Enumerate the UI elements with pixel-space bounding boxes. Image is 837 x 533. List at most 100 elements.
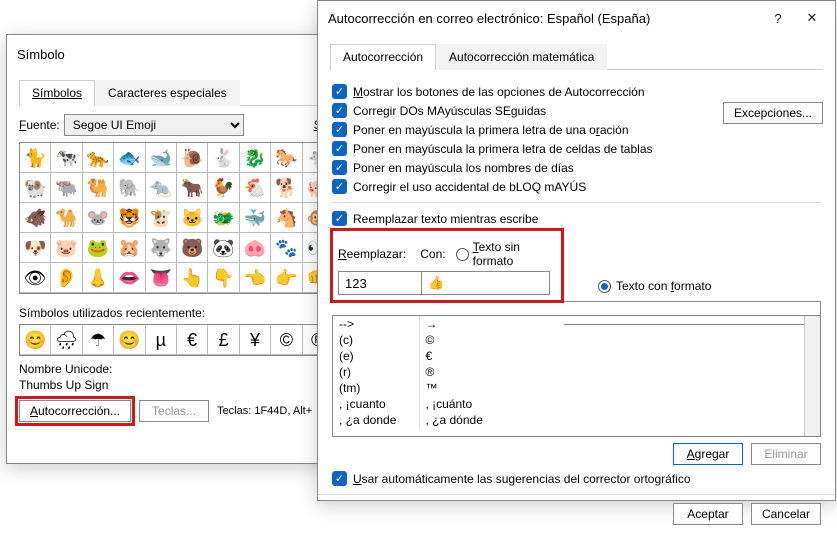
symbol-cell[interactable]: 🐱 <box>177 203 208 233</box>
recent-symbol-cell[interactable]: 😊 <box>20 325 51 355</box>
scrollbar[interactable] <box>804 316 820 436</box>
checkbox-icon[interactable]: ✓ <box>332 211 347 226</box>
symbol-cell[interactable]: 🐕 <box>271 173 302 203</box>
symbol-cell[interactable]: 🐀 <box>146 173 177 203</box>
symbol-cell[interactable]: 🐂 <box>177 173 208 203</box>
tab-caracteres-especiales[interactable]: Caracteres especiales <box>95 80 240 106</box>
replacement-list[interactable]: -->→(c)©(e)€(r)®(tm)™, ¡cuanto, ¡cuánto,… <box>332 315 821 437</box>
symbol-cell[interactable]: 👉 <box>271 263 302 293</box>
excepciones-button[interactable]: Excepciones... <box>723 102 823 124</box>
symbol-cell[interactable]: 👆 <box>177 263 208 293</box>
recent-symbol-cell[interactable]: £ <box>208 325 239 355</box>
font-label: Fuente: <box>19 118 60 132</box>
symbol-cell[interactable]: 🐳 <box>240 203 271 233</box>
symbol-cell[interactable]: 🐈 <box>20 143 51 173</box>
symbol-cell[interactable]: 🐇 <box>208 143 239 173</box>
recent-symbol-cell[interactable]: 😊 <box>114 325 145 355</box>
symbol-cell[interactable]: 🐽 <box>240 233 271 263</box>
symbol-cell[interactable]: 🐾 <box>271 233 302 263</box>
table-row[interactable]: , ¿a donde, ¿a dónde <box>333 412 820 428</box>
help-icon[interactable]: ? <box>763 7 793 29</box>
autocorrect-titlebar: Autocorrección en correo electrónico: Es… <box>318 1 835 33</box>
symbol-cell[interactable]: 🐭 <box>83 203 114 233</box>
symbol-cell[interactable]: 🐼 <box>208 233 239 263</box>
checkbox-icon[interactable]: ✓ <box>332 103 347 118</box>
symbol-cell[interactable]: 🐺 <box>146 233 177 263</box>
table-row[interactable]: (c)© <box>333 332 820 348</box>
check-mostrar-botones: Mostrar los botones de las opciones de A… <box>353 85 645 99</box>
aceptar-button[interactable]: Aceptar <box>673 503 743 525</box>
eliminar-button[interactable]: Eliminar <box>751 443 821 465</box>
symbol-cell[interactable]: 🐄 <box>51 143 82 173</box>
con-input[interactable] <box>422 271 550 295</box>
symbol-cell[interactable]: 🐏 <box>20 173 51 203</box>
symbol-cell[interactable]: 🐆 <box>83 143 114 173</box>
table-row[interactable]: (tm)™ <box>333 380 820 396</box>
teclas-button[interactable]: Teclas... <box>139 400 209 422</box>
recent-label: Símbolos utilizados recientemente: <box>19 306 335 320</box>
close-icon[interactable]: ✕ <box>797 7 827 29</box>
symbol-cell[interactable]: 🐫 <box>83 173 114 203</box>
symbol-grid[interactable]: 🐈🐄🐆🐟🐋🐌🐇🐉🐎🐁🐏🐃🐫🐘🐀🐂🐓🐔🐕🐖🐗🐪🐭🐯🐮🐱🐲🐳🐴🐵🐶🐷🐸🐹🐺🐻🐼🐽🐾👀… <box>19 142 335 294</box>
symbol-cell[interactable]: 🐔 <box>240 173 271 203</box>
symbol-cell[interactable]: 👄 <box>114 263 145 293</box>
symbol-cell[interactable]: 🐗 <box>20 203 51 233</box>
checkbox-icon[interactable]: ✓ <box>332 141 347 156</box>
table-row[interactable]: (r)® <box>333 364 820 380</box>
symbol-cell[interactable]: 🐮 <box>146 203 177 233</box>
symbol-cell[interactable]: 👁 <box>20 263 51 293</box>
label-con: Con: <box>420 247 445 261</box>
recent-symbol-cell[interactable]: ☂ <box>83 325 114 355</box>
symbol-cell[interactable]: 🐯 <box>114 203 145 233</box>
symbol-cell[interactable]: 🐉 <box>240 143 271 173</box>
autocorrect-button[interactable]: Autocorrección... <box>19 400 131 422</box>
symbol-cell[interactable]: 🐴 <box>271 203 302 233</box>
check-bloq-mayus: Corregir el uso accidental de bLOQ mAYÚS <box>353 180 586 194</box>
checkbox-icon[interactable]: ✓ <box>332 84 347 99</box>
check-usar-sugerencias: Usar automáticamente las sugerencias del… <box>353 472 691 486</box>
symbol-cell[interactable]: 🐻 <box>177 233 208 263</box>
tab-autocorreccion-matematica[interactable]: Autocorrección matemática <box>436 44 607 70</box>
symbol-cell[interactable]: 🐪 <box>51 203 82 233</box>
symbol-cell[interactable]: 🐶 <box>20 233 51 263</box>
recent-symbol-cell[interactable]: € <box>177 325 208 355</box>
symbol-cell[interactable]: 👇 <box>208 263 239 293</box>
radio-texto-con-formato[interactable] <box>598 280 611 293</box>
checkbox-icon[interactable]: ✓ <box>332 179 347 194</box>
tab-simbolos[interactable]: Símbolos <box>19 80 95 106</box>
symbol-cell[interactable]: 🐃 <box>51 173 82 203</box>
radio-texto-sin-formato[interactable] <box>456 248 469 261</box>
agregar-button[interactable]: Agregar <box>673 443 743 465</box>
table-row[interactable]: (e)€ <box>333 348 820 364</box>
symbol-cell[interactable]: 🐸 <box>83 233 114 263</box>
cancelar-button[interactable]: Cancelar <box>751 503 821 525</box>
recent-symbol-cell[interactable]: © <box>271 325 302 355</box>
symbol-cell[interactable]: 🐷 <box>51 233 82 263</box>
symbol-cell[interactable]: 🐟 <box>114 143 145 173</box>
checkbox-icon[interactable]: ✓ <box>332 122 347 137</box>
symbol-cell[interactable]: 🐘 <box>114 173 145 203</box>
recent-symbol-cell[interactable]: ¥ <box>240 325 271 355</box>
symbol-cell[interactable]: 🐲 <box>208 203 239 233</box>
reemplazar-input[interactable] <box>338 271 422 295</box>
check-nombres-dias: Poner en mayúscula los nombres de días <box>353 161 574 175</box>
table-row[interactable]: , ¡cuanto, ¡cuánto <box>333 396 820 412</box>
recent-symbol-cell[interactable]: µ <box>146 325 177 355</box>
symbol-cell[interactable]: 🐋 <box>146 143 177 173</box>
recent-symbol-cell[interactable]: 🌧 <box>51 325 82 355</box>
tab-autocorreccion[interactable]: Autocorrección <box>330 44 436 70</box>
symbol-cell[interactable]: 🐎 <box>271 143 302 173</box>
font-select[interactable]: Segoe UI Emoji <box>64 114 244 136</box>
checkbox-icon[interactable]: ✓ <box>332 471 347 486</box>
check-primera-oracion: Poner en mayúscula la primera letra de u… <box>353 123 629 137</box>
recent-symbols[interactable]: 😊🌧☂😊µ€£¥©® <box>19 324 335 356</box>
symbol-cell[interactable]: 👈 <box>240 263 271 293</box>
symbol-cell[interactable]: 🐌 <box>177 143 208 173</box>
symbol-cell[interactable]: 👅 <box>146 263 177 293</box>
symbol-cell[interactable]: 👂 <box>51 263 82 293</box>
symbol-cell[interactable]: 👃 <box>83 263 114 293</box>
checkbox-icon[interactable]: ✓ <box>332 160 347 175</box>
symbol-cell[interactable]: 🐓 <box>208 173 239 203</box>
symbol-cell[interactable]: 🐹 <box>114 233 145 263</box>
table-row[interactable]: -->→ <box>333 316 820 332</box>
